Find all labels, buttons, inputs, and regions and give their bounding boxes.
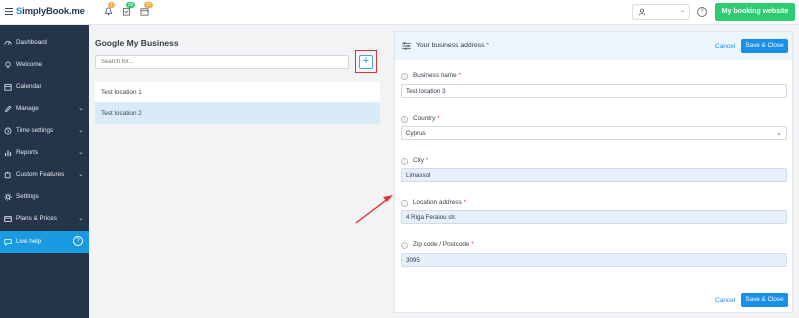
location-item-selected[interactable]: Test location 2 — [95, 103, 380, 124]
sidebar-item-manage[interactable]: Manage ⌄ — [0, 98, 89, 120]
question-icon: ? — [73, 236, 83, 246]
card-icon — [4, 216, 12, 222]
notifications-badge: 1 — [108, 2, 115, 8]
gear-icon — [4, 193, 12, 201]
add-location-button[interactable]: + — [359, 55, 373, 69]
chevron-down-icon: ⌄ — [680, 8, 686, 14]
sidebar-item-custom-features[interactable]: Custom Features ⌄ — [0, 164, 89, 186]
chevron-down-icon: ⌄ — [776, 130, 782, 137]
chevron-down-icon: ⌄ — [78, 127, 84, 134]
city-label: i City * — [401, 157, 428, 165]
menu-icon[interactable] — [5, 8, 13, 15]
zip-label: i Zip code / Postcode * — [401, 241, 474, 249]
chat-icon — [4, 239, 12, 246]
location-item[interactable]: Test location 1 — [95, 82, 380, 103]
form-title: Your business address * — [416, 42, 490, 49]
user-icon — [638, 8, 646, 16]
calendar-icon — [4, 84, 12, 91]
info-icon: i — [401, 73, 408, 80]
bookings-badge: 29 — [126, 2, 136, 8]
logo[interactable]: SimplyBook.me — [16, 6, 85, 17]
country-label: i Country * — [401, 115, 440, 123]
bulb-icon — [5, 61, 11, 69]
page-title: Google My Business — [95, 38, 179, 48]
save-close-button-top[interactable]: Save & Close — [741, 39, 788, 53]
pencil-icon — [5, 105, 12, 112]
cancel-button-bottom[interactable]: Cancel — [715, 297, 735, 304]
business-name-label: i Business name * — [401, 72, 461, 80]
sidebar: Dashboard Welcome Calendar Manage ⌄ Time… — [0, 25, 89, 318]
bell-icon[interactable]: 1 — [104, 2, 115, 16]
save-close-button-bottom[interactable]: Save & Close — [741, 293, 788, 307]
info-icon: i — [401, 116, 408, 123]
business-name-field[interactable] — [401, 84, 787, 98]
clock-icon — [4, 127, 12, 135]
sidebar-item-reports[interactable]: Reports ⌄ — [0, 142, 89, 164]
sidebar-item-live-help[interactable]: Live help ? — [0, 231, 89, 253]
dashboard-icon — [4, 41, 12, 45]
country-select[interactable]: Cyprus ⌄ — [401, 126, 787, 140]
sliders-icon — [402, 42, 411, 50]
chevron-down-icon: ⌄ — [78, 171, 84, 178]
sidebar-item-plans-prices[interactable]: Plans & Prices ⌄ — [0, 208, 89, 230]
info-icon: i — [401, 242, 408, 249]
google-my-business-panel: Google My Business + Test location 1 Tes… — [89, 25, 387, 318]
location-address-label: i Location address * — [401, 199, 466, 207]
booking-website-button[interactable]: My booking website — [715, 3, 795, 21]
user-menu[interactable]: ⌄ — [632, 4, 690, 20]
zip-field[interactable] — [401, 253, 787, 267]
chevron-down-icon: ⌄ — [78, 149, 84, 156]
sidebar-item-settings[interactable]: Settings — [0, 186, 89, 208]
calendar-top-icon[interactable]: 27 — [140, 2, 154, 16]
help-icon[interactable]: ? — [697, 7, 707, 17]
city-field[interactable] — [401, 168, 787, 182]
sidebar-item-calendar[interactable]: Calendar — [0, 76, 89, 98]
info-icon: i — [401, 158, 408, 165]
bar-chart-icon — [5, 150, 11, 157]
info-icon: i — [401, 200, 408, 207]
chevron-down-icon: ⌄ — [78, 105, 84, 112]
location-address-field[interactable] — [401, 210, 787, 224]
form-header: Your business address * Cancel Save & Cl… — [395, 32, 792, 60]
search-input[interactable] — [95, 55, 349, 69]
business-address-form: Your business address * Cancel Save & Cl… — [394, 31, 793, 313]
cancel-button-top[interactable]: Cancel — [715, 43, 735, 50]
chevron-down-icon: ⌄ — [78, 215, 84, 222]
sidebar-item-time-settings[interactable]: Time settings ⌄ — [0, 120, 89, 142]
sidebar-item-dashboard[interactable]: Dashboard — [0, 32, 89, 54]
top-bar: SimplyBook.me 1 29 27 ⌄ ? My booking web… — [0, 0, 799, 25]
sidebar-item-welcome[interactable]: Welcome — [0, 54, 89, 76]
bookings-icon[interactable]: 29 — [122, 2, 136, 16]
puzzle-icon — [4, 171, 11, 179]
calendar-badge: 27 — [144, 2, 154, 8]
